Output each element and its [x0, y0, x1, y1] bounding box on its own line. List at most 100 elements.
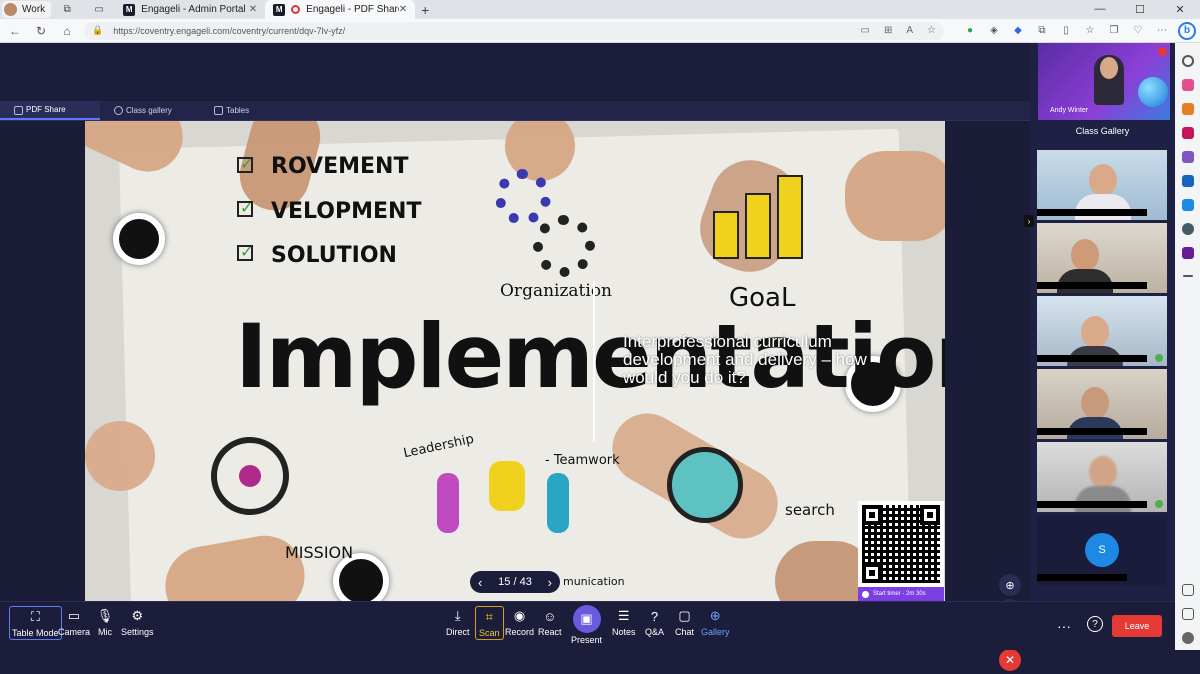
- url-field[interactable]: 🔒 https://coventry.engageli.com/coventry…: [84, 21, 944, 40]
- camera-icon: ▭: [67, 608, 81, 623]
- sidebar-layout-icon[interactable]: [1181, 584, 1194, 596]
- favorite-star-icon[interactable]: ☆: [927, 25, 936, 36]
- hide-sidebar-icon[interactable]: [1181, 608, 1194, 620]
- participant-name-redacted: [1037, 501, 1147, 508]
- gallery-button[interactable]: ⊕ Gallery: [701, 608, 730, 637]
- tab-tables[interactable]: Tables: [200, 101, 300, 120]
- participant-tile[interactable]: [1037, 442, 1167, 512]
- collapse-panel-icon[interactable]: ›: [1024, 215, 1034, 227]
- magnifier-illustration: [667, 447, 743, 523]
- close-window-button[interactable]: ✕: [1160, 3, 1200, 16]
- camera-button[interactable]: ▭ Camera: [58, 608, 90, 637]
- participant-tile[interactable]: [1037, 296, 1167, 366]
- grammarly-extension-icon[interactable]: ●: [958, 25, 982, 36]
- extension-shield-icon[interactable]: ◆: [1006, 25, 1030, 36]
- qa-icon: ?: [650, 608, 659, 624]
- settings-button[interactable]: ⚙ Settings: [121, 608, 154, 637]
- host-face: [1100, 57, 1118, 79]
- performance-icon[interactable]: ♡: [1126, 25, 1150, 36]
- close-tab-icon[interactable]: ✕: [249, 4, 257, 15]
- leave-button[interactable]: Leave: [1112, 615, 1162, 637]
- app-icon[interactable]: [1181, 247, 1194, 259]
- participant-tile[interactable]: [1037, 369, 1167, 439]
- toolbar-label: Table Mode: [12, 628, 59, 638]
- tab-label: Class gallery: [126, 106, 172, 115]
- recording-dot-icon: [1158, 47, 1167, 56]
- record-button[interactable]: ◉ Record: [505, 608, 534, 637]
- help-icon[interactable]: ?: [1087, 616, 1103, 632]
- present-button[interactable]: ▣ Present: [571, 605, 602, 645]
- office-icon[interactable]: [1181, 151, 1194, 163]
- scan-button[interactable]: ⌗ Scan: [475, 606, 504, 640]
- gear-illustration: [495, 169, 551, 225]
- minimize-button[interactable]: —: [1080, 3, 1120, 16]
- toolbar-label: Mic: [98, 627, 112, 637]
- lock-icon[interactable]: 🔒: [92, 25, 103, 36]
- participant-tile[interactable]: [1037, 223, 1167, 293]
- qr-code-widget[interactable]: Start timer - 2m 30s: [858, 501, 944, 601]
- extension-icon[interactable]: ◈: [982, 25, 1006, 36]
- close-share-icon[interactable]: ✕: [999, 649, 1021, 671]
- present-icon: ▣: [572, 605, 601, 633]
- more-options-icon[interactable]: ···: [1057, 618, 1071, 634]
- games-icon[interactable]: [1181, 127, 1194, 139]
- split-screen-icon[interactable]: ▯: [1054, 25, 1078, 36]
- workspaces-icon[interactable]: ⧉: [60, 3, 74, 17]
- notes-button[interactable]: ☰ Notes: [612, 608, 636, 637]
- refresh-icon[interactable]: ↻: [30, 24, 52, 38]
- extensions-icon[interactable]: ⧉: [1030, 25, 1054, 36]
- maximize-button[interactable]: ☐: [1120, 3, 1160, 16]
- toolbar-label: Scan: [479, 628, 500, 638]
- slide-word: SOLUTION: [271, 243, 397, 268]
- close-tab-icon[interactable]: ✕: [399, 4, 407, 15]
- engageli-app: PDF Share Class gallery Tables ✓ ✓ ✓ ROV…: [0, 43, 1175, 671]
- react-button[interactable]: ☺ React: [538, 608, 562, 638]
- camera-permission-icon[interactable]: ▭: [861, 25, 870, 36]
- copilot-icon[interactable]: b: [1178, 21, 1196, 40]
- tools-icon[interactable]: [1181, 103, 1194, 115]
- participant-face: [1071, 239, 1099, 271]
- target-center-illustration: [239, 465, 261, 487]
- add-icon[interactable]: [1182, 275, 1193, 277]
- tab-actions-icon[interactable]: ▭: [92, 3, 106, 17]
- read-aloud-icon[interactable]: A: [906, 25, 913, 36]
- mic-button[interactable]: 🎙 Mic: [97, 608, 114, 637]
- slide-overlay-text: Interprofessional curriculum development…: [623, 332, 867, 387]
- apps-icon[interactable]: ⊞: [884, 25, 892, 36]
- person-illustration: [437, 473, 459, 533]
- settings-gear-icon[interactable]: [1181, 632, 1194, 644]
- table-mode-button[interactable]: ⛶ Table Mode: [9, 606, 62, 640]
- more-menu-icon[interactable]: ⋯: [1150, 25, 1174, 36]
- chat-button[interactable]: ▢ Chat: [675, 608, 694, 637]
- favorites-icon[interactable]: ☆: [1078, 25, 1102, 36]
- bar-illustration: [713, 211, 739, 259]
- collections-icon[interactable]: ❐: [1102, 25, 1126, 36]
- direct-button[interactable]: ⤓ Direct: [446, 608, 470, 637]
- start-timer-button[interactable]: Start timer - 2m 30s: [858, 587, 944, 601]
- host-video[interactable]: Andy Winter: [1038, 43, 1170, 120]
- zoom-in-icon[interactable]: ⊕: [999, 574, 1021, 596]
- home-icon[interactable]: ⌂: [56, 24, 78, 38]
- participant-body: [1075, 194, 1131, 220]
- page-indicator: 15 / 43: [498, 576, 532, 588]
- tab-pdf-share[interactable]: PDF Share: [0, 101, 100, 120]
- browser-tab-admin-portal[interactable]: M Engageli - Admin Portal ✕: [115, 0, 266, 19]
- browser-tab-pdf-share[interactable]: M Engageli - PDF Share ✕: [265, 0, 416, 19]
- outlook-icon[interactable]: [1181, 175, 1194, 187]
- person-illustration: [489, 461, 525, 511]
- back-icon[interactable]: ←: [4, 24, 26, 38]
- next-page-icon[interactable]: ›: [548, 575, 552, 590]
- participant-tile[interactable]: S: [1037, 515, 1167, 585]
- gear-illustration: [533, 215, 595, 277]
- shopping-icon[interactable]: [1181, 79, 1194, 91]
- profile-button[interactable]: Work: [2, 1, 52, 18]
- twitter-icon[interactable]: [1181, 199, 1194, 211]
- search-icon[interactable]: [1181, 55, 1194, 67]
- participant-tile[interactable]: [1037, 150, 1167, 220]
- tab-class-gallery[interactable]: Class gallery: [100, 101, 200, 120]
- download-icon: ⤓: [454, 608, 461, 623]
- prev-page-icon[interactable]: ‹: [478, 575, 482, 590]
- wordpress-icon[interactable]: [1181, 223, 1194, 235]
- new-tab-button[interactable]: +: [421, 2, 429, 18]
- qa-button[interactable]: ? Q&A: [645, 608, 664, 638]
